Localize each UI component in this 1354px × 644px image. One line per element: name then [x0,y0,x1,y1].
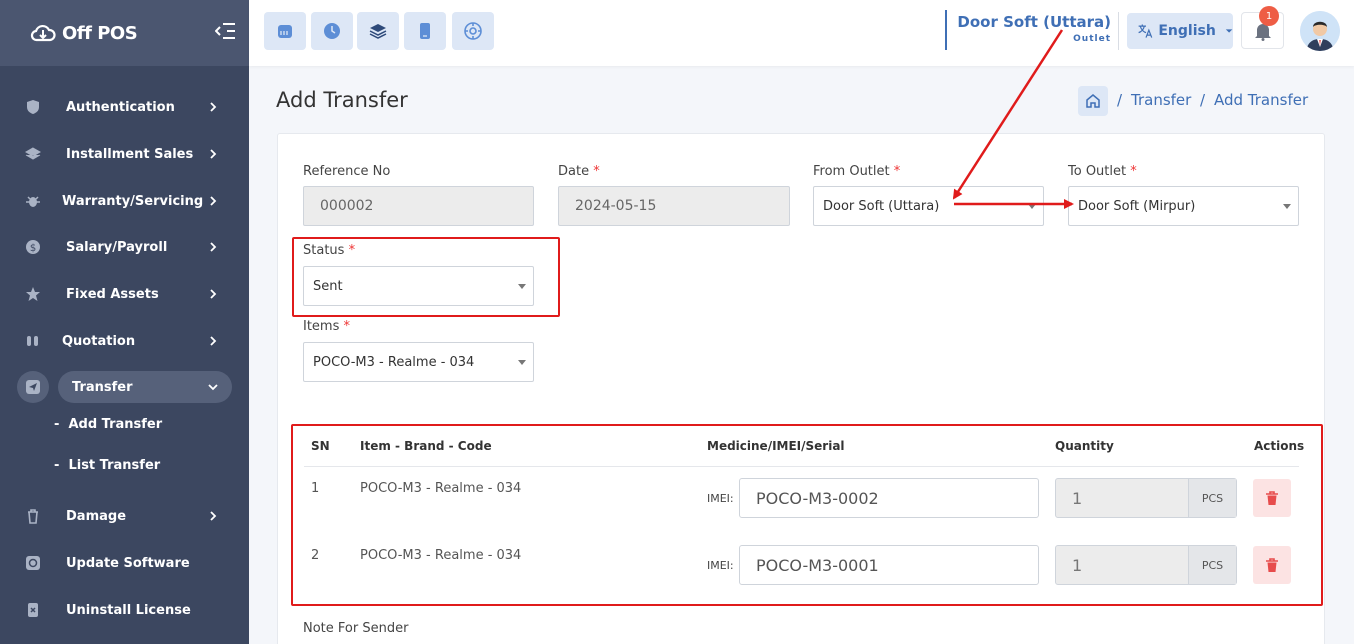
clock-icon [324,23,340,39]
topbar: Door Soft (Uttara) Outlet English 1 [249,0,1354,66]
quick-clock-button[interactable] [311,12,353,50]
caret-down-icon [518,360,526,365]
breadcrumb-transfer[interactable]: Transfer [1131,91,1191,109]
sidebar-item-authentication[interactable]: Authentication [0,87,249,127]
topbar-divider [1118,12,1119,50]
quick-store-button[interactable] [264,12,306,50]
chevron-right-icon [210,289,217,299]
annotation-box-status [292,237,560,317]
sidebar-item-label: Damage [66,508,127,524]
chevron-right-icon [210,242,217,252]
to-outlet-value: Door Soft (Mirpur) [1078,198,1196,214]
translate-icon [1138,24,1153,38]
quick-stack-button[interactable] [357,12,399,50]
current-outlet[interactable]: Door Soft (Uttara) Outlet [945,10,1111,50]
sidebar-item-warranty-servicing[interactable]: Warranty/Servicing [0,181,249,221]
breadcrumb-separator: / [1117,91,1123,109]
to-outlet-select[interactable]: Door Soft (Mirpur) [1068,186,1299,226]
sidebar-item-label: Installment Sales [66,146,194,162]
caret-down-icon [1283,204,1291,209]
items-select[interactable]: POCO-M3 - Realme - 034 [303,342,534,382]
subitem-label: List Transfer [68,458,161,473]
sidebar-item-installment-sales[interactable]: Installment Sales [0,134,249,174]
sidebar-item-label: Authentication [66,99,175,115]
sidebar-item-label: Quotation [62,333,136,349]
quote-icon [27,336,38,346]
chevron-right-icon [210,102,217,112]
home-icon [1086,94,1100,108]
store-icon [278,25,292,38]
sidebar-item-label: Fixed Assets [66,286,159,302]
sidebar-item-label: Salary/Payroll [66,239,168,255]
note-sender-label: Note For Sender [303,621,409,636]
logo[interactable]: Off POS [0,0,249,66]
sidebar-subitem-list-transfer[interactable]: - List Transfer [54,458,160,473]
reference-input[interactable]: 000002 [303,186,534,226]
cloud-logo-icon [30,24,56,42]
dollar-icon: $ [26,240,40,254]
sidebar: Off POS Authentication Installment Sales… [0,0,249,644]
breadcrumb-home[interactable] [1078,86,1108,116]
language-selector[interactable]: English [1127,13,1233,49]
brand-name: Off POS [62,22,138,44]
outlet-name: Door Soft (Uttara) [957,13,1111,31]
chevron-right-icon [210,196,217,206]
from-outlet-label: From Outlet * [813,164,901,179]
menu-collapse-icon[interactable] [215,22,235,40]
sidebar-item-damage[interactable]: Damage [0,496,249,536]
license-icon [28,603,38,617]
from-outlet-select[interactable]: Door Soft (Uttara) [813,186,1044,226]
sidebar-item-label: Warranty/Servicing [62,193,204,209]
sidebar-item-label: Uninstall License [66,602,191,618]
bug-icon [26,196,40,207]
stack-icon [369,24,387,39]
sidebar-item-label: Transfer [72,379,133,395]
page-title: Add Transfer [276,88,408,112]
quick-compass-button[interactable] [452,12,494,50]
reference-label: Reference No [303,164,391,179]
annotation-box-table [291,424,1323,606]
subitem-label: Add Transfer [68,417,163,432]
sidebar-item-quotation[interactable]: Quotation [0,321,249,361]
quick-mobile-button[interactable] [404,12,446,50]
breadcrumb-add-transfer: Add Transfer [1214,91,1309,109]
star-icon [26,287,40,301]
sidebar-item-salary-payroll[interactable]: $ Salary/Payroll [0,227,249,267]
sidebar-item-uninstall-license[interactable]: Uninstall License [0,590,249,630]
send-icon [26,380,40,394]
chevron-right-icon [210,511,217,521]
language-label: English [1158,23,1216,39]
items-label: Items * [303,319,351,334]
breadcrumb-separator: / [1200,91,1206,109]
sidebar-subitem-add-transfer[interactable]: - Add Transfer [54,417,162,432]
compass-icon [464,22,482,40]
user-avatar[interactable] [1300,11,1340,51]
sidebar-item-transfer[interactable]: Transfer [0,367,249,407]
caret-down-icon [1028,204,1036,209]
to-outlet-label: To Outlet * [1068,164,1137,179]
sidebar-item-fixed-assets[interactable]: Fixed Assets [0,274,249,314]
chevron-right-icon [210,336,217,346]
sidebar-item-label: Update Software [66,555,190,571]
chevron-right-icon [210,149,217,159]
sidebar-item-update-software[interactable]: Update Software [0,543,249,583]
svg-text:$: $ [30,243,36,254]
date-input[interactable]: 2024-05-15 [558,186,790,226]
mobile-icon [420,23,430,39]
trash-icon [28,509,38,524]
from-outlet-value: Door Soft (Uttara) [823,198,940,214]
notification-badge: 1 [1259,6,1279,26]
outlet-sub: Outlet [1073,34,1111,44]
items-value: POCO-M3 - Realme - 034 [313,354,475,370]
date-label: Date * [558,164,600,179]
caret-down-icon [1225,29,1233,33]
avatar-image [1300,11,1340,51]
shield-icon [27,100,39,114]
layers-icon [25,147,41,160]
chevron-down-icon [208,384,218,391]
refresh-icon [26,556,40,570]
